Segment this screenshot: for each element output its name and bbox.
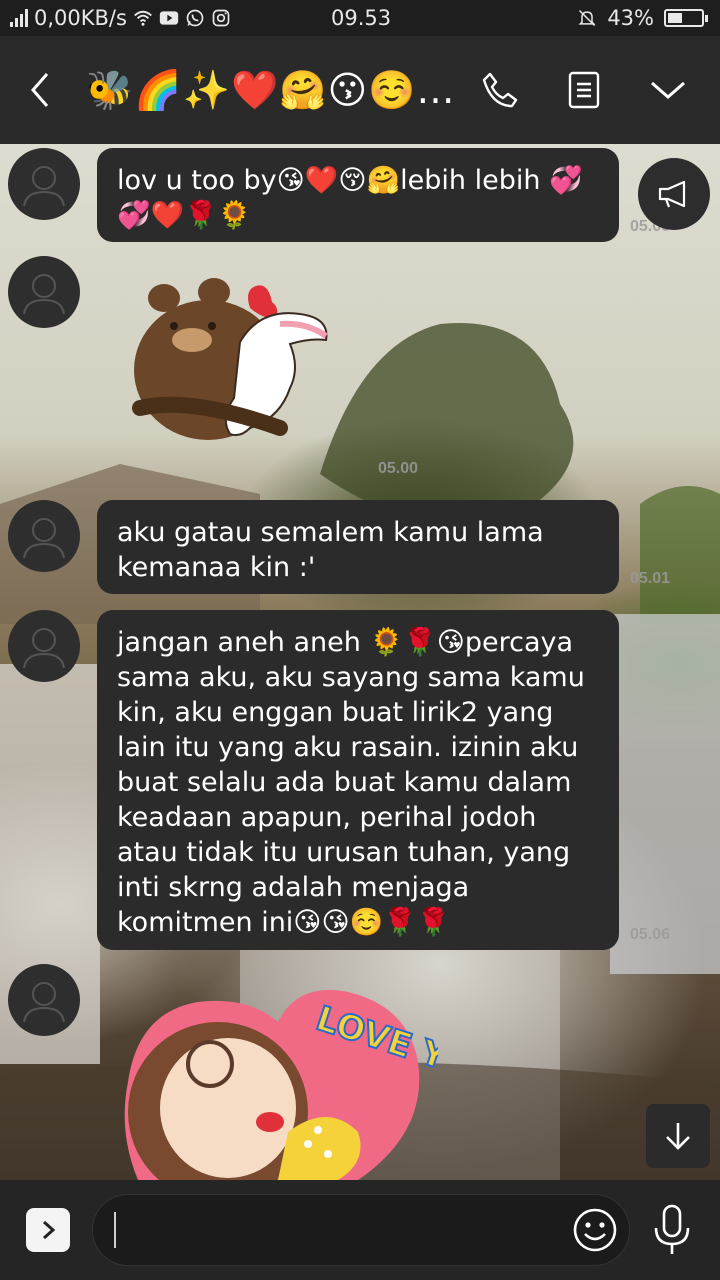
chevron-left-icon [31,73,49,107]
message-bubble[interactable]: lov u too by😘❤️😚🤗lebih lebih 💞💞❤️🌹🌻 [97,148,619,242]
whatsapp-icon [186,9,204,27]
contact-avatar[interactable] [8,256,80,328]
status-bar: 0,00KB/s 09.53 43% [0,0,720,36]
message-input-bar [0,1180,720,1280]
announcement-button[interactable] [638,158,710,230]
brown-cony-hug-sticker[interactable] [130,278,340,472]
chat-header: 🐝🌈✨❤️🤗😗☺️… [0,36,720,144]
message-input[interactable] [92,1194,630,1266]
battery-icon [664,9,708,27]
status-time: 09.53 [331,6,392,30]
chevron-down-icon [651,81,685,99]
message-time: 05.00 [378,460,419,477]
megaphone-icon [658,180,686,208]
mute-bell-icon [578,9,596,27]
emoji-icon[interactable] [571,1206,619,1254]
notes-button[interactable] [558,64,610,116]
message-time: 05.01 [630,570,671,587]
youtube-icon [159,11,179,25]
scroll-to-bottom-button[interactable] [646,1104,710,1168]
network-speed: 0,00KB/s [34,6,127,30]
wifi-icon [134,10,152,26]
expand-toolbar-button[interactable] [26,1208,70,1252]
arrow-down-icon [666,1123,690,1150]
message-bubble[interactable]: aku gatau semalem kamu lama kemanaa kin … [97,500,619,594]
contact-avatar[interactable] [8,500,80,572]
chat-area[interactable]: lov u too by😘❤️😚🤗lebih lebih 💞💞❤️🌹🌻 05.0… [0,144,720,1180]
microphone-icon[interactable] [648,1202,696,1258]
notes-icon [568,71,600,109]
contact-avatar[interactable] [8,964,80,1036]
status-left: 0,00KB/s [10,6,231,30]
message-bubble[interactable]: jangan aneh aneh 🌻🌹😘percaya sama aku, ak… [97,610,619,950]
battery-percent: 43% [607,6,654,30]
love-you-sticker[interactable]: LOVE YOU [118,982,438,1180]
message-time: 05.06 [630,926,671,943]
menu-dropdown-button[interactable] [642,64,694,116]
chat-title[interactable]: 🐝🌈✨❤️🤗😗☺️… [86,68,456,113]
instagram-icon [212,9,230,27]
call-button[interactable] [474,64,526,116]
back-button[interactable] [14,64,66,116]
status-right: 43% [577,6,708,30]
contact-avatar[interactable] [8,610,80,682]
phone-icon [482,72,518,108]
signal-icon [10,9,28,27]
contact-avatar[interactable] [8,148,80,220]
text-cursor [114,1212,116,1248]
chevron-right-icon [43,1220,56,1240]
